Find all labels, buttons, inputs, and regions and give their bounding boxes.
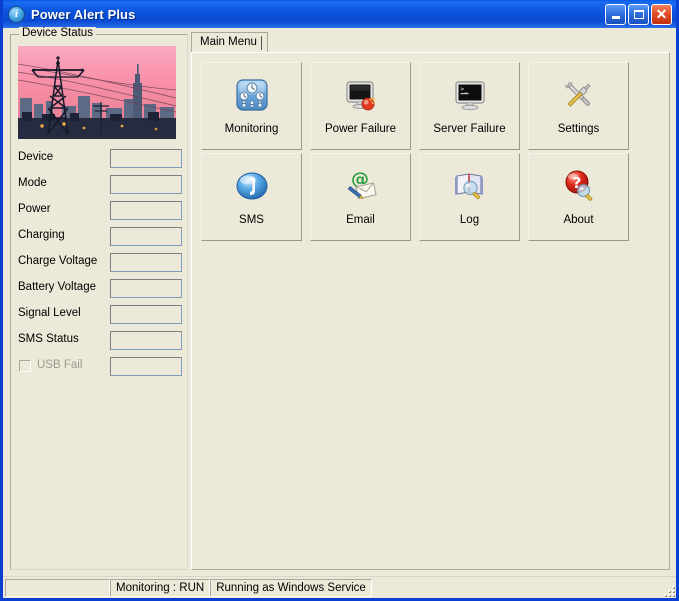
field-row-signal-level: Signal Level — [18, 305, 182, 325]
book-magnifier-icon — [451, 167, 489, 205]
monitor-power-failure-icon — [342, 76, 380, 114]
field-value-power[interactable] — [110, 201, 182, 220]
tab-main-menu[interactable]: Main Menu — [191, 32, 268, 53]
maximize-button[interactable] — [628, 3, 649, 25]
field-value-charge-voltage[interactable] — [110, 253, 182, 272]
close-icon: ✕ — [655, 5, 668, 22]
server-console-failure-icon: >_ — [451, 76, 489, 114]
field-label-charging: Charging — [18, 229, 65, 241]
field-label-battery-voltage: Battery Voltage — [18, 281, 96, 293]
status-bar: Monitoring : RUN Running as Windows Serv… — [3, 576, 676, 598]
field-value-usb-fail[interactable] — [110, 357, 182, 376]
menu-button-log-label: Log — [459, 214, 480, 226]
power-grid-skyline-image — [18, 46, 176, 139]
menu-button-about[interactable]: ? About — [528, 153, 629, 241]
question-mark-magnifier-icon: ? — [560, 167, 598, 205]
at-envelope-icon: @ — [342, 167, 380, 205]
phone-handset-sphere-icon — [233, 167, 271, 205]
field-label-signal-level: Signal Level — [18, 307, 81, 319]
field-label-sms-status: SMS Status — [18, 333, 79, 345]
svg-text:>_: >_ — [460, 86, 468, 93]
field-row-usb-fail: USB Fail — [18, 357, 182, 377]
menu-button-monitoring[interactable]: Monitoring — [201, 62, 302, 150]
field-row-charging: Charging — [18, 227, 182, 247]
field-row-battery-voltage: Battery Voltage — [18, 279, 182, 299]
field-value-mode[interactable] — [110, 175, 182, 194]
maximize-icon — [633, 9, 644, 19]
device-status-group: Device Status Device Mode Power Charging… — [10, 27, 188, 570]
minimize-button[interactable] — [605, 3, 626, 25]
status-panel-service: Running as Windows Service — [210, 579, 372, 597]
window-title: Power Alert Plus — [31, 6, 136, 22]
menu-button-sms-label: SMS — [239, 214, 264, 226]
menu-button-power-failure-label: Power Failure — [325, 123, 396, 135]
menu-button-about-label: About — [563, 214, 594, 226]
field-label-power: Power — [18, 203, 51, 215]
tab-page-main-menu: Monitoring Power Failure >_ Server Failu… — [191, 52, 670, 570]
field-label-charge-voltage: Charge Voltage — [18, 255, 98, 267]
menu-button-settings-label: Settings — [557, 123, 600, 135]
field-value-battery-voltage[interactable] — [110, 279, 182, 298]
title-bar[interactable]: i Power Alert Plus ✕ — [3, 0, 676, 28]
menu-button-monitoring-label: Monitoring — [224, 123, 279, 135]
status-panel-monitoring: Monitoring : RUN — [110, 579, 211, 597]
field-row-charge-voltage: Charge Voltage — [18, 253, 182, 273]
wrench-screwdriver-icon — [560, 76, 598, 114]
tab-control: Main Menu Monitoring Power Failure >_ Se… — [191, 32, 670, 570]
field-label-device: Device — [18, 151, 54, 163]
device-status-legend: Device Status — [19, 27, 96, 39]
close-button[interactable]: ✕ — [651, 3, 672, 25]
menu-button-sms[interactable]: SMS — [201, 153, 302, 241]
minimize-icon — [611, 16, 620, 19]
info-icon: i — [8, 5, 25, 23]
tab-strip: Main Menu — [191, 32, 670, 53]
monitoring-gauges-icon — [233, 76, 271, 114]
application-window: i Power Alert Plus ✕ Device Status Devic… — [0, 0, 679, 601]
field-value-sms-status[interactable] — [110, 331, 182, 350]
resize-grip-icon[interactable] — [661, 579, 675, 597]
field-row-sms-status: SMS Status — [18, 331, 182, 351]
field-value-device[interactable] — [110, 149, 182, 168]
menu-button-settings[interactable]: Settings — [528, 62, 629, 150]
field-row-power: Power — [18, 201, 182, 221]
field-row-device: Device — [18, 149, 182, 169]
field-row-mode: Mode — [18, 175, 182, 195]
client-area: Device Status Device Mode Power Charging… — [3, 27, 676, 598]
window-controls: ✕ — [605, 3, 674, 25]
field-value-signal-level[interactable] — [110, 305, 182, 324]
field-label-mode: Mode — [18, 177, 47, 189]
tab-focus-caret — [260, 36, 262, 50]
menu-button-email-label: Email — [346, 214, 375, 226]
tab-main-menu-label: Main Menu — [200, 36, 257, 48]
menu-button-log[interactable]: Log — [419, 153, 520, 241]
status-panel-empty — [5, 579, 110, 597]
usb-fail-checkbox[interactable] — [19, 360, 31, 372]
field-value-charging[interactable] — [110, 227, 182, 246]
usb-fail-label: USB Fail — [37, 359, 83, 371]
menu-button-server-failure-label: Server Failure — [433, 123, 506, 135]
menu-button-power-failure[interactable]: Power Failure — [310, 62, 411, 150]
menu-button-server-failure[interactable]: >_ Server Failure — [419, 62, 520, 150]
menu-button-email[interactable]: @ Email — [310, 153, 411, 241]
